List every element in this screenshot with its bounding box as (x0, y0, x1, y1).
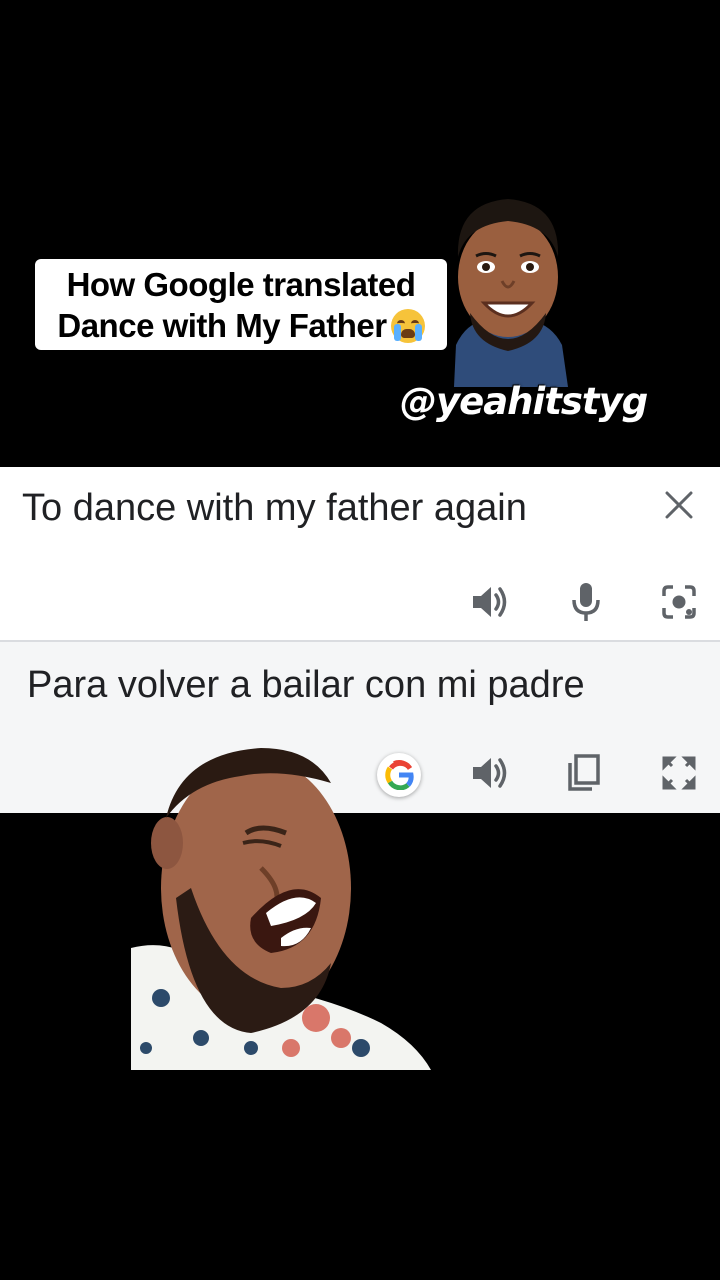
source-text-input[interactable]: To dance with my father again (22, 487, 527, 530)
fullscreen-icon (662, 756, 696, 790)
video-caption: How Google translated Dance with My Fath… (35, 259, 447, 350)
copy-icon (568, 754, 600, 791)
caption-line-2-wrap: Dance with My Father (57, 305, 425, 346)
google-logo-icon (384, 760, 414, 790)
clear-text-button[interactable] (656, 482, 702, 528)
source-input-panel: To dance with my father again (0, 467, 720, 641)
camera-translate-button[interactable] (656, 579, 702, 625)
caption-line-1: How Google translated (66, 265, 416, 303)
listen-translation-button[interactable] (467, 750, 513, 796)
crying-face-emoji-icon (390, 308, 425, 343)
speaker-icon (473, 758, 507, 788)
close-icon (665, 491, 693, 519)
copy-translation-button[interactable] (561, 750, 607, 796)
google-badge[interactable] (377, 753, 421, 797)
translated-text: Para volver a bailar con mi padre (27, 664, 585, 706)
caption-line-2: Dance with My Father (57, 306, 387, 344)
camera-lens-icon (662, 585, 696, 619)
speaker-icon (473, 587, 507, 617)
listen-source-button[interactable] (467, 579, 513, 625)
fullscreen-button[interactable] (656, 750, 702, 796)
microphone-icon (572, 583, 600, 621)
voice-input-button[interactable] (563, 579, 609, 625)
creator-handle: @yeahitstyg (400, 380, 648, 423)
singing-man-image (131, 748, 431, 1070)
creator-face-image (454, 199, 568, 387)
